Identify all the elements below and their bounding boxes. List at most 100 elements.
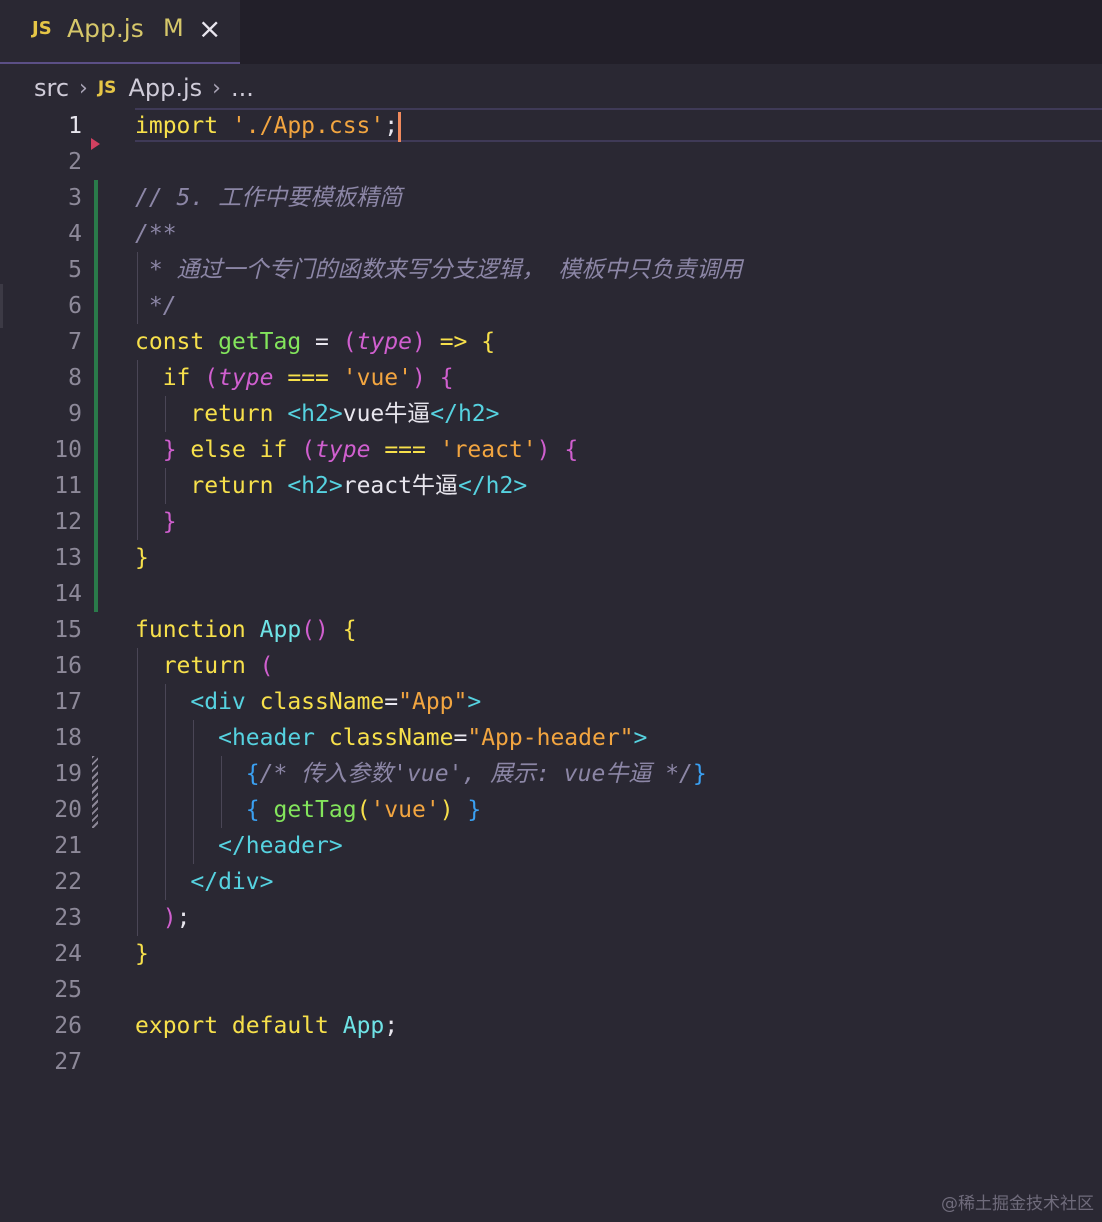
code-token: (: [342, 329, 357, 355]
code-token: const: [135, 329, 219, 355]
line-number: 24: [54, 941, 82, 967]
indent-guide: [165, 396, 166, 432]
code-token: */: [135, 293, 177, 319]
code-line[interactable]: 27: [0, 1044, 1102, 1080]
code-line[interactable]: 15 function App() {: [0, 612, 1102, 648]
code-text: <div className="App">: [135, 684, 481, 720]
line-number: 1: [68, 113, 82, 139]
code-token: {: [245, 761, 260, 787]
code-token: </h2>: [430, 401, 500, 427]
code-text: const getTag = (type) => {: [135, 324, 495, 360]
chevron-right-icon: ›: [79, 75, 88, 101]
indent-guide: [137, 360, 138, 540]
line-number: 8: [68, 365, 82, 391]
line-number: 16: [54, 653, 82, 679]
line-number: 4: [68, 221, 82, 247]
breadcrumb-file[interactable]: App.js: [128, 74, 202, 102]
code-line[interactable]: 4 /**: [0, 216, 1102, 252]
line-number: 11: [54, 473, 82, 499]
code-token: /**: [135, 221, 177, 247]
code-line[interactable]: 14: [0, 576, 1102, 612]
code-token: {: [439, 365, 454, 391]
code-token: type: [315, 437, 371, 463]
code-line[interactable]: 24}: [0, 936, 1102, 972]
line-number: 3: [68, 185, 82, 211]
code-text: </header>: [135, 828, 343, 864]
code-token: ===: [384, 437, 426, 463]
line-number: 18: [54, 725, 82, 751]
code-token: else if: [190, 437, 302, 463]
line-number: 7: [68, 329, 82, 355]
code-token: ): [411, 329, 426, 355]
code-token: getTag: [273, 797, 357, 823]
code-token: type: [218, 365, 274, 391]
code-text: return <h2>react牛逼</h2>: [135, 468, 527, 504]
code-token: =>: [439, 329, 468, 355]
tab-app-js[interactable]: JS App.js M ×: [0, 0, 240, 64]
code-line[interactable]: 23 );: [0, 900, 1102, 936]
code-line[interactable]: 1 import './App.css';: [0, 108, 1102, 144]
breadcrumb-folder[interactable]: src: [34, 74, 69, 102]
code-token: =: [453, 725, 468, 751]
code-text: </div>: [135, 864, 273, 900]
code-text: );: [135, 900, 191, 936]
code-text: * 通过一个专门的函数来写分支逻辑， 模板中只负责调用: [135, 252, 743, 288]
code-token: export default: [135, 1013, 343, 1039]
code-line[interactable]: 8 if (type === 'vue') {: [0, 360, 1102, 396]
code-line[interactable]: 25: [0, 972, 1102, 1008]
text-cursor: [398, 111, 402, 142]
code-token: vue牛逼: [342, 401, 431, 427]
code-line[interactable]: 26 export default App;: [0, 1008, 1102, 1044]
javascript-file-icon: JS: [32, 18, 52, 39]
code-token: </div>: [190, 869, 274, 895]
code-editor[interactable]: 1 import './App.css'; 2 3// 5. 工作中要模板精简 4 /**…: [0, 108, 1102, 1188]
code-token: ): [412, 365, 426, 391]
code-token: =: [301, 329, 343, 355]
code-line[interactable]: 2: [0, 144, 1102, 180]
line-number: 21: [54, 833, 82, 859]
breadcrumb-symbols[interactable]: ...: [231, 74, 254, 102]
code-token: className: [328, 725, 454, 751]
watermark: @稀土掘金技术社区: [941, 1194, 1094, 1214]
tab-filename: App.js: [67, 14, 144, 43]
indent-guide: [165, 684, 166, 900]
indent-guide: [137, 252, 138, 324]
code-token: ): [439, 797, 454, 823]
code-line[interactable]: 3 // 5. 工作中要模板精简: [0, 180, 1102, 216]
code-token: {: [481, 329, 496, 355]
code-line[interactable]: 12 }: [0, 504, 1102, 540]
line-number: 22: [54, 869, 82, 895]
javascript-file-icon: JS: [97, 78, 117, 98]
code-text: }: [135, 540, 149, 576]
indent-guide: [165, 468, 166, 504]
code-line[interactable]: 10 } else if (type === 'react') {: [0, 432, 1102, 468]
code-token: (: [356, 797, 371, 823]
code-token: {: [342, 617, 357, 643]
line-number: 5: [68, 257, 82, 283]
close-icon[interactable]: ×: [198, 14, 221, 44]
code-line[interactable]: 16 return (: [0, 648, 1102, 684]
code-text: }: [135, 936, 149, 972]
code-text: <header className="App-header">: [135, 720, 647, 756]
code-line[interactable]: 13}: [0, 540, 1102, 576]
code-line[interactable]: 5 * 通过一个专门的函数来写分支逻辑， 模板中只负责调用: [0, 252, 1102, 288]
code-token: (: [259, 653, 274, 679]
code-token: {: [245, 797, 274, 823]
code-line[interactable]: 6 */: [0, 288, 1102, 324]
code-token: </h2>: [457, 473, 528, 499]
code-token: ): [536, 437, 551, 463]
code-text: return (: [135, 648, 274, 684]
code-line[interactable]: 7 const getTag = (type) => {: [0, 324, 1102, 360]
tab-bar: JS App.js M ×: [0, 0, 1102, 64]
code-token: ;: [384, 1013, 399, 1039]
line-number: 20: [54, 797, 82, 823]
